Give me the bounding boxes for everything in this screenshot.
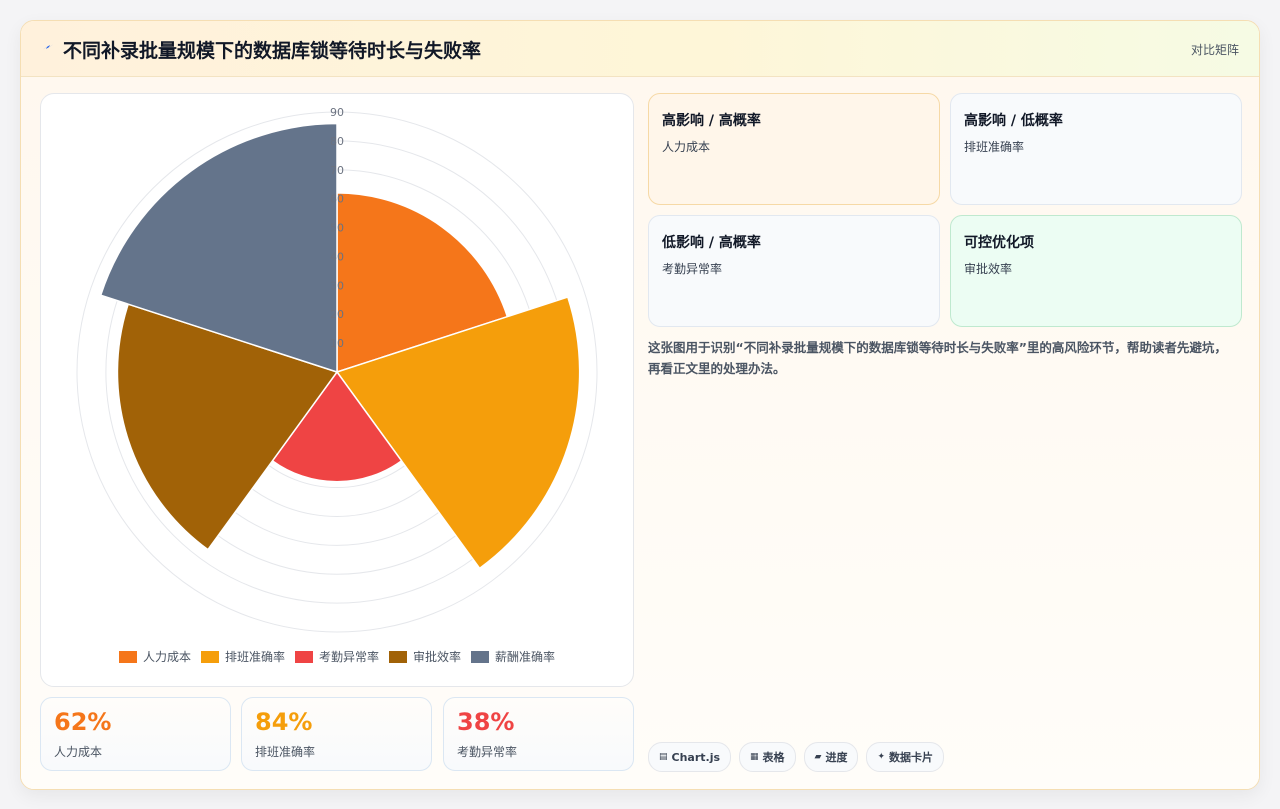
matrix-high-impact-high-prob: 高影响 / 高概率 人力成本 <box>648 93 940 205</box>
matrix-item: 考勤异常率 <box>662 262 723 276</box>
legend-item[interactable]: 排班准确率 <box>200 648 285 665</box>
kpi-card-attendance-anomaly: 38% 考勤异常率 <box>443 697 634 771</box>
legend-label: 人力成本 <box>142 650 191 664</box>
header-badge[interactable]: 对比矩阵 <box>1191 41 1239 58</box>
kpi-card-labor-cost: 62% 人力成本 <box>40 697 231 771</box>
matrix-title: 低影响 / 高概率 <box>662 235 761 251</box>
tag-progress[interactable]: ▰ 进度 <box>803 742 859 772</box>
tick-label: 60 <box>330 193 344 206</box>
legend-item[interactable]: 人力成本 <box>118 648 191 665</box>
kpi-label: 排班准确率 <box>255 745 316 759</box>
sparkle-icon: ✦ <box>877 752 886 762</box>
tag-label: Chart.js <box>671 750 721 764</box>
legend-label: 考勤异常率 <box>318 650 379 664</box>
matrix-item: 人力成本 <box>662 140 711 154</box>
matrix-title: 高影响 / 高概率 <box>662 113 761 129</box>
table-icon: ▦ <box>750 752 759 762</box>
tick-label: 40 <box>330 250 344 263</box>
tick-label: 90 <box>330 106 344 119</box>
tag-table[interactable]: ▦ 表格 <box>739 742 796 772</box>
tick-label: 50 <box>330 222 344 235</box>
chart-legend: 人力成本 排班准确率 考勤异常率 审批效率 薪酬准确率 <box>41 648 633 665</box>
chart-icon: ▤ <box>659 752 668 762</box>
legend-swatch <box>389 650 407 663</box>
tag-chartjs[interactable]: ▤ Chart.js <box>648 742 732 772</box>
legend-item[interactable]: 薪酬准确率 <box>471 648 555 665</box>
legend-swatch <box>118 650 137 663</box>
kpi-value: 62% <box>54 708 112 736</box>
kpi-label: 考勤异常率 <box>457 745 518 759</box>
kpi-value: 84% <box>255 708 313 736</box>
legend-item[interactable]: 审批效率 <box>389 648 461 665</box>
tag-label: 表格 <box>762 751 785 764</box>
page-title: 不同补录批量规模下的数据库锁等待时长与失败率 <box>63 40 482 62</box>
chart-description: 这张图用于识别“不同补录批量规模下的数据库锁等待时长与失败率”里的高风险环节，帮… <box>648 340 1227 376</box>
matrix-item: 排班准确率 <box>964 140 1025 154</box>
matrix-title: 高影响 / 低概率 <box>964 113 1063 129</box>
polar-area-chart: 10 20 30 40 50 60 70 80 90 <box>76 106 598 633</box>
lightning-icon <box>42 44 54 50</box>
kpi-label: 人力成本 <box>54 745 103 759</box>
tick-label: 30 <box>330 279 344 292</box>
tag-label: 进度 <box>825 751 848 764</box>
legend-label: 审批效率 <box>413 650 462 664</box>
matrix-high-impact-low-prob: 高影响 / 低概率 排班准确率 <box>950 93 1242 205</box>
matrix-low-impact-high-prob: 低影响 / 高概率 考勤异常率 <box>648 215 940 327</box>
tick-label: 20 <box>330 308 344 321</box>
progress-icon: ▰ <box>814 752 822 762</box>
card-header: 不同补录批量规模下的数据库锁等待时长与失败率 对比矩阵 <box>21 21 1259 77</box>
kpi-card-scheduling-accuracy: 84% 排班准确率 <box>241 697 432 771</box>
matrix-title: 可控优化项 <box>964 235 1034 251</box>
legend-item[interactable]: 考勤异常率 <box>294 648 379 665</box>
legend-label: 薪酬准确率 <box>495 650 556 664</box>
tick-label: 10 <box>330 337 344 350</box>
legend-swatch <box>471 650 490 663</box>
matrix-item: 审批效率 <box>964 262 1013 276</box>
tag-list: ▤ Chart.js ▦ 表格 ▰ 进度 ✦ 数据卡片 <box>648 742 945 772</box>
legend-label: 排班准确率 <box>224 650 285 664</box>
tick-label: 80 <box>330 135 344 148</box>
legend-swatch <box>294 650 313 663</box>
kpi-value: 38% <box>457 708 515 736</box>
polar-chart-panel: 10 20 30 40 50 60 70 80 90 人力成本 排班准确率 考勤异常率 审批效率 薪酬准… <box>40 93 634 687</box>
dashboard-card: 不同补录批量规模下的数据库锁等待时长与失败率 对比矩阵 10 20 30 40 50 60… <box>20 20 1260 790</box>
tag-data-card[interactable]: ✦ 数据卡片 <box>866 742 945 772</box>
tag-label: 数据卡片 <box>889 751 934 764</box>
tick-label: 70 <box>330 164 344 177</box>
matrix-controllable: 可控优化项 审批效率 <box>950 215 1242 327</box>
legend-swatch <box>200 650 219 663</box>
